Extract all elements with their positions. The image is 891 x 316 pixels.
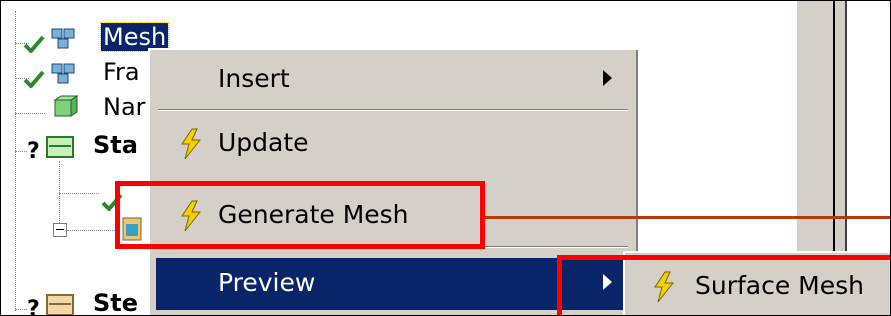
submenu-arrow-icon [603,70,612,86]
tree-item-label: Nar [103,93,146,121]
checkmark-icon [23,35,45,53]
menu-item-label: Preview [218,268,316,297]
named-selections-icon [53,95,79,117]
menu-item-insert[interactable]: Insert [156,54,630,106]
menu-item-label: Insert [218,64,290,93]
folder-icon [46,136,74,158]
lightning-bolt-icon [181,128,202,160]
tree-item-label: Mesh [99,22,170,52]
collapse-toggle[interactable] [53,223,67,237]
annotation-box-surface-mesh [557,255,890,315]
tree-item-label: Fra [103,58,140,86]
checkmark-icon [23,70,45,88]
status-question-mark: ? [27,139,40,164]
screenshot-frame: Mesh Fra Nar ? Sta ? Ste Insert Update G… [0,0,891,316]
tree-item-label: Sta [93,131,138,159]
menu-separator [158,109,628,111]
mesh-icon [51,28,75,49]
annotation-connector-line [485,216,890,219]
fracture-icon [51,63,75,84]
menu-item-update[interactable]: Update [156,118,630,170]
status-question-mark: ? [27,297,40,316]
tree-item-label: Ste [93,289,139,316]
folder-icon [46,294,74,315]
annotation-box-generate-mesh [115,181,485,249]
tree-line [15,11,16,311]
menu-item-label: Update [218,128,309,157]
